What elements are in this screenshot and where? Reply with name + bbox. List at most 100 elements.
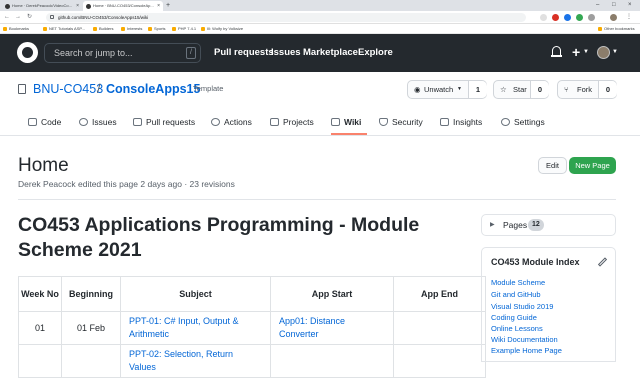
extension-icon[interactable] [540, 14, 547, 21]
forward-icon[interactable]: → [15, 12, 21, 23]
index-link[interactable]: Module Scheme [491, 278, 545, 288]
eye-icon: ◉ [414, 85, 421, 94]
browser-tab-label: Home · BNU-CO453/ConsoleAp... [93, 3, 154, 8]
app-start-cell [270, 344, 394, 378]
beginning-cell: 01 Feb [61, 311, 121, 345]
column-header: App Start [270, 276, 394, 312]
page-meta: Derek Peacock edited this page 2 days ag… [18, 179, 235, 189]
book-icon [331, 118, 340, 126]
pencil-icon[interactable] [597, 257, 608, 267]
unwatch-label: Unwatch [424, 85, 454, 94]
index-link[interactable]: Visual Studio 2019 [491, 302, 553, 312]
tab-pull-requests[interactable]: Pull requests [133, 115, 195, 129]
divider [18, 199, 616, 200]
index-link[interactable]: Coding Guide [491, 313, 537, 323]
folder-icon [172, 27, 176, 31]
plus-icon[interactable]: + [572, 44, 580, 60]
bookmark-item[interactable]: Interests [121, 24, 142, 34]
repo-icon [18, 84, 26, 94]
week-cell [18, 344, 62, 378]
graph-icon [440, 118, 449, 126]
bell-icon[interactable] [551, 46, 562, 58]
nav-explore[interactable]: Explore [358, 45, 393, 60]
browser-toolbar: ← → ↻ github.com/BNU-CO453/ConsoleApps15… [0, 11, 640, 24]
column-header: Beginning [61, 276, 121, 312]
tab-insights[interactable]: Insights [440, 115, 482, 129]
table-header-row: Week No Beginning Subject App Start App … [18, 276, 486, 312]
app-start-link[interactable]: App01: Distance Converter [279, 316, 345, 339]
module-scheme-table: Week No Beginning Subject App Start App … [18, 276, 486, 378]
close-tab-icon[interactable]: × [76, 1, 79, 11]
new-tab-icon[interactable]: + [166, 1, 170, 11]
unwatch-button[interactable]: ◉ Unwatch ▼ 1 [407, 80, 487, 99]
bookmark-icon [3, 27, 7, 31]
nav-issues[interactable]: Issues [271, 45, 301, 60]
extension-icon[interactable] [588, 14, 595, 21]
tab-code[interactable]: Code [28, 115, 61, 129]
menu-icon[interactable]: ⋮ [626, 12, 632, 23]
bookmark-item[interactable]: Ill: Wolfy by Volksize [201, 24, 243, 34]
tab-actions[interactable]: Actions [211, 115, 252, 129]
index-link[interactable]: Wiki Documentation [491, 335, 558, 345]
github-favicon-icon [86, 4, 91, 9]
extension-icon[interactable] [552, 14, 559, 21]
other-bookmarks[interactable]: Other bookmarks [598, 24, 635, 34]
nav-marketplace[interactable]: Marketplace [303, 45, 358, 60]
bookmark-item[interactable]: NET Tutorials ASP... [43, 24, 85, 34]
avatar[interactable] [597, 46, 610, 59]
star-count[interactable]: 0 [530, 81, 549, 98]
subject-cell: PPT-01: C# Input, Output & Arithmetic [120, 311, 271, 345]
tab-issues[interactable]: Issues [79, 115, 117, 129]
star-button[interactable]: ☆ Star 0 [493, 80, 549, 99]
subject-link[interactable]: PPT-02: Selection, Return Values [129, 349, 233, 372]
bookmark-item[interactable]: Builders [93, 24, 113, 34]
extension-icon[interactable] [564, 14, 571, 21]
edit-button[interactable]: Edit [538, 157, 567, 174]
fork-button[interactable]: ⑂ Fork 0 [557, 80, 617, 99]
github-favicon-icon [5, 4, 10, 9]
watch-count[interactable]: 1 [468, 81, 487, 98]
browser-tab[interactable]: Home · DerekPeacock/VideoCo... × [2, 1, 82, 11]
browser-tab-label: Home · DerekPeacock/VideoCo... [12, 3, 72, 8]
browser-tab-active[interactable]: Home · BNU-CO453/ConsoleAp... × [83, 1, 163, 11]
tab-security[interactable]: Security [379, 115, 423, 129]
back-icon[interactable]: ← [4, 12, 10, 23]
minimize-icon[interactable]: – [596, 0, 599, 10]
pages-toggle[interactable]: ▶ Pages 12 [481, 214, 616, 236]
template-badge: Template [193, 84, 224, 93]
fork-icon: ⑂ [564, 85, 569, 94]
extension-icon[interactable] [576, 14, 583, 21]
browser-tab-bar: Home · DerekPeacock/VideoCo... × Home · … [0, 0, 640, 11]
table-row: PPT-02: Selection, Return Values [18, 344, 486, 378]
index-link[interactable]: Example Home Page [491, 346, 562, 356]
project-icon [270, 118, 279, 126]
repo-owner-link[interactable]: BNU-CO453 [33, 81, 103, 97]
folder-icon [148, 27, 152, 31]
tab-projects[interactable]: Projects [270, 115, 314, 129]
bookmark-item[interactable]: Sports [148, 24, 166, 34]
bookmark-item[interactable]: Bookmarks [3, 24, 29, 34]
tab-wiki[interactable]: Wiki [331, 115, 361, 129]
address-bar[interactable]: github.com/BNU-CO453/ConsoleApps15/wiki [46, 13, 526, 22]
tab-settings[interactable]: Settings [501, 115, 545, 129]
reload-icon[interactable]: ↻ [27, 12, 32, 23]
new-page-button[interactable]: New Page [569, 157, 616, 174]
chevron-down-icon[interactable]: ▼ [612, 47, 618, 57]
repo-name-link[interactable]: ConsoleApps15 [106, 81, 200, 97]
profile-icon[interactable] [610, 14, 617, 21]
chevron-down-icon[interactable]: ▼ [583, 47, 589, 57]
maximize-icon[interactable]: □ [612, 0, 616, 10]
bookmark-item[interactable]: PHP 7.4.1 [172, 24, 196, 34]
fork-count[interactable]: 0 [598, 81, 617, 98]
chevron-down-icon: ▼ [457, 86, 462, 92]
index-link[interactable]: Online Lessons [491, 324, 543, 334]
nav-pull-requests[interactable]: Pull requests [214, 45, 274, 60]
subject-link[interactable]: PPT-01: C# Input, Output & Arithmetic [129, 316, 239, 339]
index-link[interactable]: Git and GitHub [491, 290, 541, 300]
close-tab-icon[interactable]: × [157, 1, 160, 11]
close-window-icon[interactable]: × [628, 0, 632, 10]
search-input[interactable]: Search or jump to... / [44, 43, 201, 63]
url-text: github.com/BNU-CO453/ConsoleApps15/wiki [58, 15, 149, 20]
github-logo-icon[interactable] [17, 42, 38, 63]
active-tab-underline [331, 133, 367, 135]
